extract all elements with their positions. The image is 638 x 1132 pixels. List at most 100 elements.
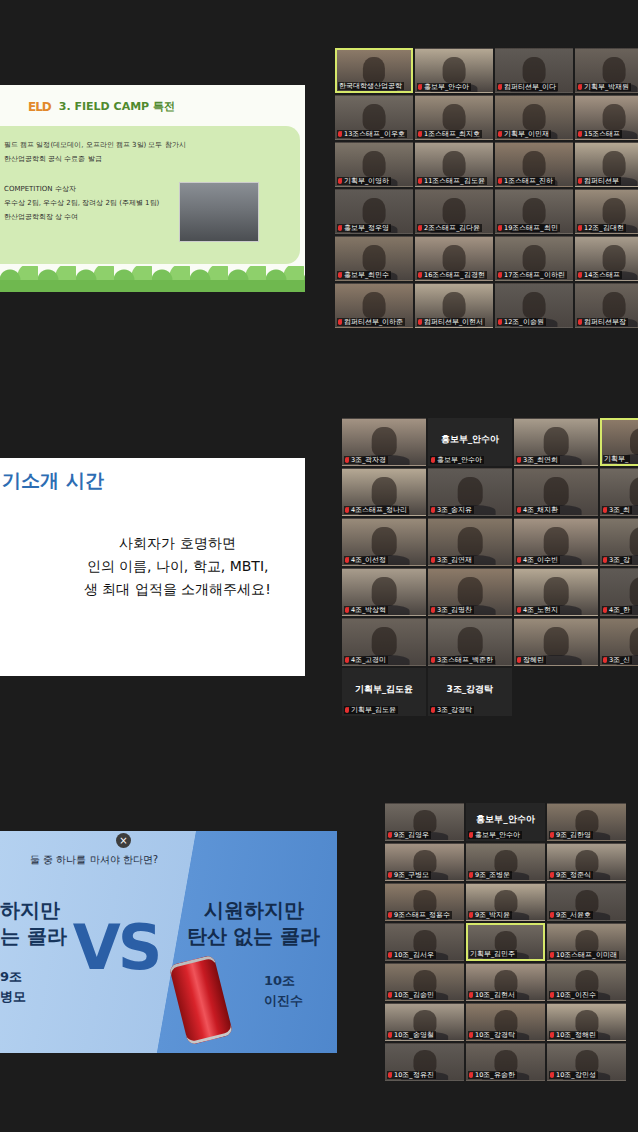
participant-name: 기획부_ bbox=[604, 455, 628, 463]
participant-tile[interactable]: 4조_채지환 bbox=[514, 468, 598, 516]
participant-tile[interactable]: 4조_노현지 bbox=[514, 568, 598, 616]
participant-name: 17조스태프_이하린 bbox=[504, 271, 565, 279]
participant-name: 3조스태프_백준한 bbox=[437, 656, 493, 664]
participant-tile[interactable]: 12조_이승원 bbox=[495, 283, 573, 328]
participant-tile[interactable]: 기획부_ bbox=[600, 418, 638, 466]
participant-name: 4조_채지환 bbox=[523, 506, 558, 514]
participant-name: 홍보부_정우영 bbox=[344, 224, 389, 232]
participant-tile[interactable]: 10조_정해린 bbox=[547, 1003, 626, 1041]
participant-tile[interactable]: 19조스태프_최민 bbox=[495, 189, 573, 234]
participant-tile[interactable]: 10조_김현서 bbox=[466, 963, 545, 1001]
participant-tile[interactable]: 9조_구병모 bbox=[385, 843, 464, 881]
participant-tile[interactable]: 기획부_김민주 bbox=[466, 923, 545, 961]
participant-tile[interactable]: 기획부_김도윤기획부_김도윤 bbox=[342, 668, 426, 716]
person-silhouette bbox=[630, 577, 638, 606]
participant-tile[interactable]: 10조_김승민 bbox=[385, 963, 464, 1001]
muted-mic-icon bbox=[469, 912, 473, 918]
participant-tile[interactable]: 4조_이수빈 bbox=[514, 518, 598, 566]
participant-tile[interactable]: 3조_신 bbox=[600, 618, 638, 666]
participant-tile[interactable]: 9조_김한영 bbox=[547, 803, 626, 841]
person-silhouette bbox=[363, 292, 386, 319]
participant-name: 10조스태프_이미래 bbox=[556, 951, 617, 959]
participant-tile[interactable]: 9조_정준식 bbox=[547, 843, 626, 881]
participant-tile[interactable]: 4조_고경미 bbox=[342, 618, 426, 666]
participant-tile[interactable]: 4조_이선정 bbox=[342, 518, 426, 566]
participant-tile[interactable]: 컴퍼티션부_이다 bbox=[495, 48, 573, 93]
participant-tile[interactable]: 14조스태프 bbox=[575, 236, 638, 281]
muted-mic-icon bbox=[388, 1072, 392, 1078]
participant-tile[interactable]: 컴퍼티션부_이현서 bbox=[415, 283, 493, 328]
participant-tile[interactable]: 12조_김대현 bbox=[575, 189, 638, 234]
question: 둘 중 하나를 마셔야 한다면? bbox=[0, 831, 337, 867]
participant-tile[interactable]: 컴퍼티션부장 bbox=[575, 283, 638, 328]
participant-tile[interactable]: 컴퍼티션부 bbox=[575, 142, 638, 187]
participant-tile[interactable]: 장혜린 bbox=[514, 618, 598, 666]
participant-tile[interactable]: 3조_곽자경 bbox=[342, 418, 426, 466]
participant-tile[interactable]: 4조스태프_정나리 bbox=[342, 468, 426, 516]
participant-tile[interactable]: 10조_김서우 bbox=[385, 923, 464, 961]
participant-tile[interactable]: 3조_송지유 bbox=[428, 468, 512, 516]
participant-tile[interactable]: 10조_유승한 bbox=[466, 1043, 545, 1081]
person-silhouette bbox=[603, 104, 626, 131]
participant-tile[interactable]: 9조_김영우 bbox=[385, 803, 464, 841]
participant-tile[interactable]: 기획부_이영하 bbox=[335, 142, 413, 187]
participant-tile[interactable]: 한국대학생산업공학 bbox=[335, 48, 413, 93]
participant-tile[interactable]: 10조_송영철 bbox=[385, 1003, 464, 1041]
participant-tile[interactable]: 10조_이진수 bbox=[547, 963, 626, 1001]
participant-tile[interactable]: 10조_정유진 bbox=[385, 1043, 464, 1081]
participant-tile[interactable]: 1조스태프_최지호 bbox=[415, 95, 493, 140]
participant-tile[interactable]: 3조_강 bbox=[600, 518, 638, 566]
participant-tile[interactable]: 13조스태프_이우호 bbox=[335, 95, 413, 140]
participant-tile[interactable]: 11조스태프_김도윤 bbox=[415, 142, 493, 187]
display-name: 홍보부_안수아 bbox=[441, 433, 500, 452]
participant-tile[interactable]: 3조스태프_백준한 bbox=[428, 618, 512, 666]
display-name: 3조_강경탁 bbox=[447, 683, 494, 702]
participant-tile[interactable]: 3조_최 bbox=[600, 468, 638, 516]
muted-mic-icon bbox=[345, 557, 349, 563]
participant-tile[interactable]: 9조_서윤호 bbox=[547, 883, 626, 921]
participant-tile[interactable]: 4조_한 bbox=[600, 568, 638, 616]
close-button[interactable]: × bbox=[116, 833, 131, 848]
participant-tile[interactable]: 10조스태프_이미래 bbox=[547, 923, 626, 961]
participant-tile[interactable]: 홍보부_안수아 bbox=[415, 48, 493, 93]
name-label: 3조_최연희 bbox=[516, 456, 560, 464]
participant-tile[interactable]: 17조스태프_이하린 bbox=[495, 236, 573, 281]
participant-tile[interactable]: 9조_박지윤 bbox=[466, 883, 545, 921]
name-label: 컴퍼티션부_이현서 bbox=[417, 318, 485, 326]
participant-tile[interactable]: 10조_강민성 bbox=[547, 1043, 626, 1081]
participant-tile[interactable]: 16조스태프_김경현 bbox=[415, 236, 493, 281]
participant-tile[interactable]: 홍보부_안수아홍보부_안수아 bbox=[428, 418, 512, 466]
name-label: 홍보부_안수아 bbox=[468, 831, 522, 839]
participant-tile[interactable]: 3조_김연재 bbox=[428, 518, 512, 566]
participant-tile[interactable]: 컴퍼티션부_이하준 bbox=[335, 283, 413, 328]
participant-tile[interactable]: 9조_조병운 bbox=[466, 843, 545, 881]
participant-tile[interactable]: 홍보부_정우영 bbox=[335, 189, 413, 234]
participant-tile[interactable]: 9조스태프_정용수 bbox=[385, 883, 464, 921]
participant-tile[interactable]: 15조스태프 bbox=[575, 95, 638, 140]
participant-name: 3조_김연재 bbox=[437, 556, 472, 564]
participant-tile[interactable]: 3조_최연희 bbox=[514, 418, 598, 466]
participant-tile[interactable]: 기획부_이민재 bbox=[495, 95, 573, 140]
participant-tile[interactable]: 3조_김명찬 bbox=[428, 568, 512, 616]
participant-tile[interactable]: 홍보부_안수아홍보부_안수아 bbox=[466, 803, 545, 841]
person-silhouette bbox=[443, 245, 466, 272]
person-silhouette bbox=[494, 970, 517, 992]
participant-name: 컴퍼티션부 bbox=[584, 177, 619, 185]
name-label: 기획부_김도윤 bbox=[344, 706, 398, 714]
grass-decoration bbox=[0, 266, 305, 292]
name-label: 4조_박상혁 bbox=[344, 606, 388, 614]
muted-mic-icon bbox=[388, 952, 392, 958]
slide-title: 3. FIELD CAMP 특전 bbox=[59, 99, 175, 114]
participant-tile[interactable]: 2조스태프_김다윤 bbox=[415, 189, 493, 234]
participant-tile[interactable]: 기획부_박재원 bbox=[575, 48, 638, 93]
participant-tile[interactable]: 4조_박상혁 bbox=[342, 568, 426, 616]
participant-tile[interactable]: 3조_강경탁 3조_강경탁 bbox=[428, 668, 512, 716]
participant-name: 3조_강경탁 bbox=[437, 706, 472, 714]
participant-name: 3조_송지유 bbox=[437, 506, 472, 514]
person-silhouette bbox=[630, 527, 638, 556]
participant-name: 기획부_김민주 bbox=[470, 950, 515, 958]
participant-tile[interactable]: 1조스태프_진하 bbox=[495, 142, 573, 187]
participant-tile[interactable]: 10조_강경탁 bbox=[466, 1003, 545, 1041]
muted-mic-icon bbox=[469, 872, 473, 878]
participant-tile[interactable]: 홍보부_최민수 bbox=[335, 236, 413, 281]
